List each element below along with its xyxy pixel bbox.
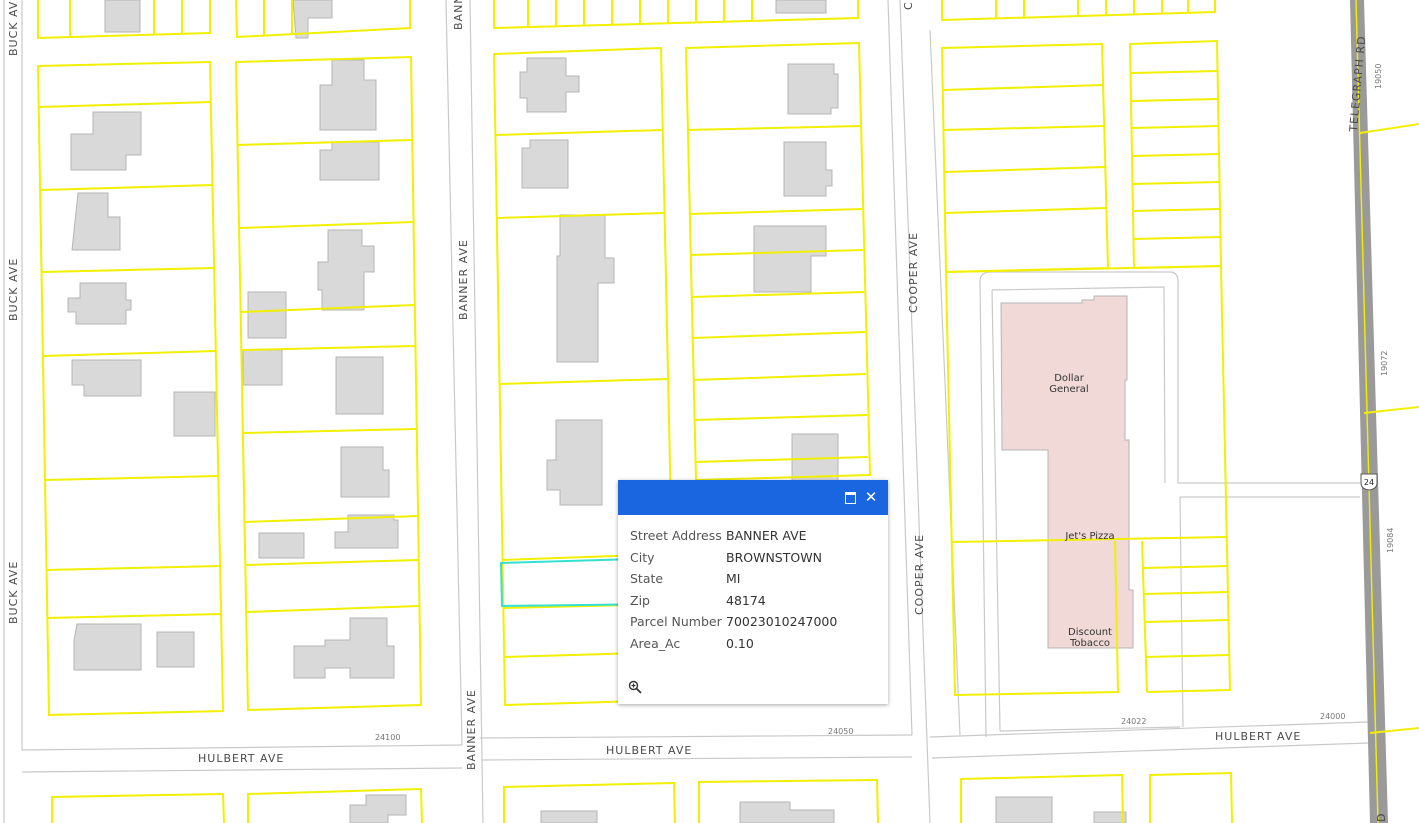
street-label-cooper-ave-bottom: COOPER AVE <box>913 534 926 615</box>
street-label-buck-ave-2: BUCK AVE <box>7 258 20 321</box>
address-number: 19050 <box>1374 64 1383 89</box>
popup-field-row: Street Address BANNER AVE <box>630 525 876 547</box>
street-label-cooper-ave-mid: COOPER AVE <box>907 232 920 313</box>
address-number: 24022 <box>1121 717 1146 726</box>
street-label-hulbert-ave-2: HULBERT AVE <box>606 744 692 757</box>
address-number: 24100 <box>375 733 400 742</box>
field-label: Area_Ac <box>630 635 681 651</box>
route-shield-label: 24 <box>1364 478 1374 487</box>
field-label: City <box>630 549 655 565</box>
business-label-jets-pizza: Jet's Pizza <box>1064 531 1114 542</box>
popup-field-row: Area_Ac 0.10 <box>630 633 876 655</box>
field-value: BANNER AVE <box>726 528 807 543</box>
parcel-info-popup: ✕ Street Address BANNER AVE City BROWNST… <box>618 480 888 704</box>
field-label: Parcel Number <box>630 614 722 629</box>
popup-field-row: Parcel Number 70023010247000 <box>630 611 876 633</box>
field-value: 70023010247000 <box>726 614 838 629</box>
buildings <box>67 0 1127 823</box>
popup-header: ✕ <box>618 480 888 515</box>
business-label-dollar-general: General <box>1049 384 1088 395</box>
business-label-dollar-general: Dollar <box>1054 373 1085 384</box>
street-label-hulbert-ave-3: HULBERT AVE <box>1215 730 1301 743</box>
popup-body: Street Address BANNER AVE City BROWNSTOW… <box>618 515 888 654</box>
popup-field-row: City BROWNSTOWN <box>630 547 876 569</box>
route-shield: 24 <box>1360 473 1378 491</box>
address-number: 19084 <box>1386 528 1395 553</box>
street-label-telegraph-rd-bottom: D <box>1375 813 1388 822</box>
street-label-buck-ave-3: BUCK AVE <box>7 561 20 624</box>
field-value: MI <box>726 571 741 586</box>
street-label-hulbert-ave-1: HULBERT AVE <box>198 752 284 765</box>
street-label-banner-ave-bottom: BANNER AVE <box>465 689 478 770</box>
business-label-discount-tobacco: Discount <box>1068 627 1112 638</box>
popup-field-row: Zip 48174 <box>630 590 876 612</box>
commercial-building <box>1000 295 1134 649</box>
street-label-cooper-ave-top: C <box>902 1 915 10</box>
field-value: BROWNSTOWN <box>726 549 822 565</box>
popup-pointer <box>606 583 618 601</box>
address-number: 19072 <box>1380 351 1389 376</box>
field-value: 48174 <box>726 592 766 608</box>
street-label-buck-ave-1: BUCK AVE <box>7 0 20 56</box>
close-icon[interactable]: ✕ <box>863 489 879 505</box>
address-number: 24000 <box>1320 712 1345 721</box>
field-label: State <box>630 571 664 586</box>
field-value: 0.10 <box>726 635 754 651</box>
popup-field-row: State MI <box>630 568 876 590</box>
maximize-icon[interactable] <box>842 489 858 505</box>
business-label-discount-tobacco: Tobacco <box>1069 638 1110 649</box>
field-label: Street Address <box>630 528 722 543</box>
street-label-banner-ave-mid: BANNER AVE <box>457 239 470 320</box>
zoom-to-icon[interactable] <box>628 680 642 694</box>
field-label: Zip <box>630 592 650 608</box>
street-label-banner-ave-top: BANN <box>452 0 465 30</box>
address-number: 24050 <box>828 727 853 736</box>
